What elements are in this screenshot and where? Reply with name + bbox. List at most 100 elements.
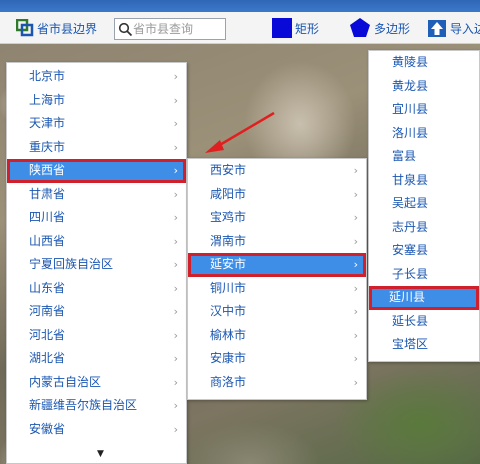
county-item[interactable]: 延长县 [369,310,479,334]
province-item-label: 甘肃省 [29,186,66,201]
search-input[interactable] [133,22,223,36]
submenu-arrow-icon: › [353,375,358,389]
province-menu: 北京市 › 上海市 › 天津市 › 重庆市 › 陕西省 › 甘肃省 › 四川省 › 山西省 › 宁夏回族自治区 ›… [6,62,187,464]
province-item-label: 天津市 [29,116,66,130]
submenu-arrow-icon: › [173,375,178,389]
county-item[interactable]: 黄龙县 [369,75,479,99]
province-item-label: 山东省 [29,280,66,295]
county-item[interactable]: 甘泉县 [369,169,479,193]
polygon-button[interactable]: 多边形 [349,12,410,44]
county-item-label: 吴起县 [392,196,429,210]
county-item-label: 宝塔区 [392,337,429,351]
county-item[interactable]: 洛川县 [369,122,479,146]
city-item[interactable]: 汉中市 › [188,300,366,324]
submenu-arrow-icon: › [353,352,358,365]
province-item[interactable]: 四川省 › [7,206,186,230]
province-item[interactable]: 湖北省 › [7,347,186,371]
submenu-arrow-icon: › [173,258,178,271]
county-item[interactable]: 志丹县 [369,216,479,240]
city-item-label: 西安市 [210,163,247,177]
county-item-label: 富县 [392,149,417,163]
county-item[interactable]: 宝塔区 [369,333,479,357]
city-item[interactable]: 安康市 › [188,347,366,371]
province-item[interactable]: 甘肃省 › [7,183,186,207]
province-item-label: 陕西省 [29,163,66,177]
province-item-label: 宁夏回族自治区 [29,257,114,271]
county-item[interactable]: 子长县 [369,263,479,287]
city-item[interactable]: 商洛市 › [188,371,366,395]
submenu-arrow-icon: › [353,258,358,271]
polygon-label: 多边形 [374,21,411,36]
city-item-label: 商洛市 [210,374,247,389]
county-item-label: 延川县 [389,290,426,304]
county-item-label: 黄龙县 [392,78,429,93]
import-button[interactable]: 导入边 [427,12,480,44]
province-item[interactable]: 河北省 › [7,324,186,348]
province-item[interactable]: 山西省 › [7,230,186,254]
toolbar: 省市县边界 矩形 多边形 导入边 [0,12,480,44]
city-item-label: 咸阳市 [210,186,247,201]
county-item[interactable]: 富县 [369,145,479,169]
submenu-arrow-icon: › [173,211,178,224]
submenu-arrow-icon: › [353,211,358,224]
import-label: 导入边 [450,21,480,36]
province-item[interactable]: 北京市 › [7,65,186,89]
submenu-arrow-icon: › [173,281,178,295]
boundary-button[interactable]: 省市县边界 [16,12,97,44]
import-icon [428,20,446,37]
city-item[interactable]: 榆林市 › [188,324,366,348]
search-box[interactable] [114,18,226,40]
submenu-arrow-icon: › [173,164,178,177]
county-item[interactable]: 吴起县 [369,192,479,216]
submenu-arrow-icon: › [353,305,358,318]
city-item[interactable]: 西安市 › [188,159,366,183]
province-item[interactable]: 天津市 › [7,112,186,136]
city-menu: 西安市 › 咸阳市 › 宝鸡市 › 渭南市 › 延安市 › 铜川市 › 汉中市 › 榆林市 › 安康市 › 商洛市 › [187,158,367,400]
submenu-arrow-icon: › [173,352,178,365]
county-item-label: 黄陵县 [392,55,429,69]
city-item-label: 宝鸡市 [210,210,247,224]
province-item[interactable]: 安徽省 › [7,418,186,442]
submenu-arrow-icon: › [173,93,178,107]
city-item[interactable]: 宝鸡市 › [188,206,366,230]
province-item-label: 北京市 [29,69,66,83]
scroll-down-icon[interactable]: ▼ [97,449,104,459]
city-item[interactable]: 延安市 › [188,253,366,277]
county-item[interactable]: 安塞县 [369,239,479,263]
province-item[interactable]: 陕西省 › [7,159,186,183]
city-item-label: 榆林市 [210,327,247,342]
submenu-arrow-icon: › [353,164,358,177]
province-item-label: 河北省 [29,327,66,342]
province-item[interactable]: 河南省 › [7,300,186,324]
county-item-label: 宜川县 [392,102,429,116]
city-item[interactable]: 咸阳市 › [188,183,366,207]
province-item[interactable]: 上海市 › [7,89,186,113]
rectangle-label: 矩形 [295,21,320,36]
province-item-label: 内蒙古自治区 [29,374,102,389]
province-item[interactable]: 宁夏回族自治区 › [7,253,186,277]
province-item[interactable]: 重庆市 › [7,136,186,160]
county-item[interactable]: 延川县 [369,286,479,310]
province-item[interactable]: 山东省 › [7,277,186,301]
county-menu: 黄陵县黄龙县宜川县洛川县富县甘泉县吴起县志丹县安塞县 子长县延川县延长县宝塔区 [368,50,480,362]
city-item-label: 铜川市 [210,280,247,295]
rectangle-button[interactable]: 矩形 [272,12,319,44]
submenu-arrow-icon: › [173,328,178,342]
county-item-label: 甘泉县 [392,172,429,187]
city-item-label: 安康市 [210,351,247,365]
submenu-arrow-icon: › [353,281,358,295]
province-item-label: 安徽省 [29,421,66,436]
province-item-label: 河南省 [29,304,66,318]
city-list: 西安市 › 咸阳市 › 宝鸡市 › 渭南市 › 延安市 › 铜川市 › 汉中市 › 榆林市 › 安康市 › 商洛市 › [188,159,366,394]
province-item-label: 山西省 [29,233,66,248]
city-item[interactable]: 铜川市 › [188,277,366,301]
city-item[interactable]: 渭南市 › [188,230,366,254]
county-item-label: 志丹县 [392,219,429,234]
rectangle-icon [272,18,292,38]
county-item[interactable]: 黄陵县 [369,51,479,75]
province-item-label: 上海市 [29,92,66,107]
province-item[interactable]: 新疆维吾尔族自治区 › [7,394,186,418]
county-item[interactable]: 宜川县 [369,98,479,122]
province-item[interactable]: 内蒙古自治区 › [7,371,186,395]
city-item-label: 汉中市 [210,304,247,318]
